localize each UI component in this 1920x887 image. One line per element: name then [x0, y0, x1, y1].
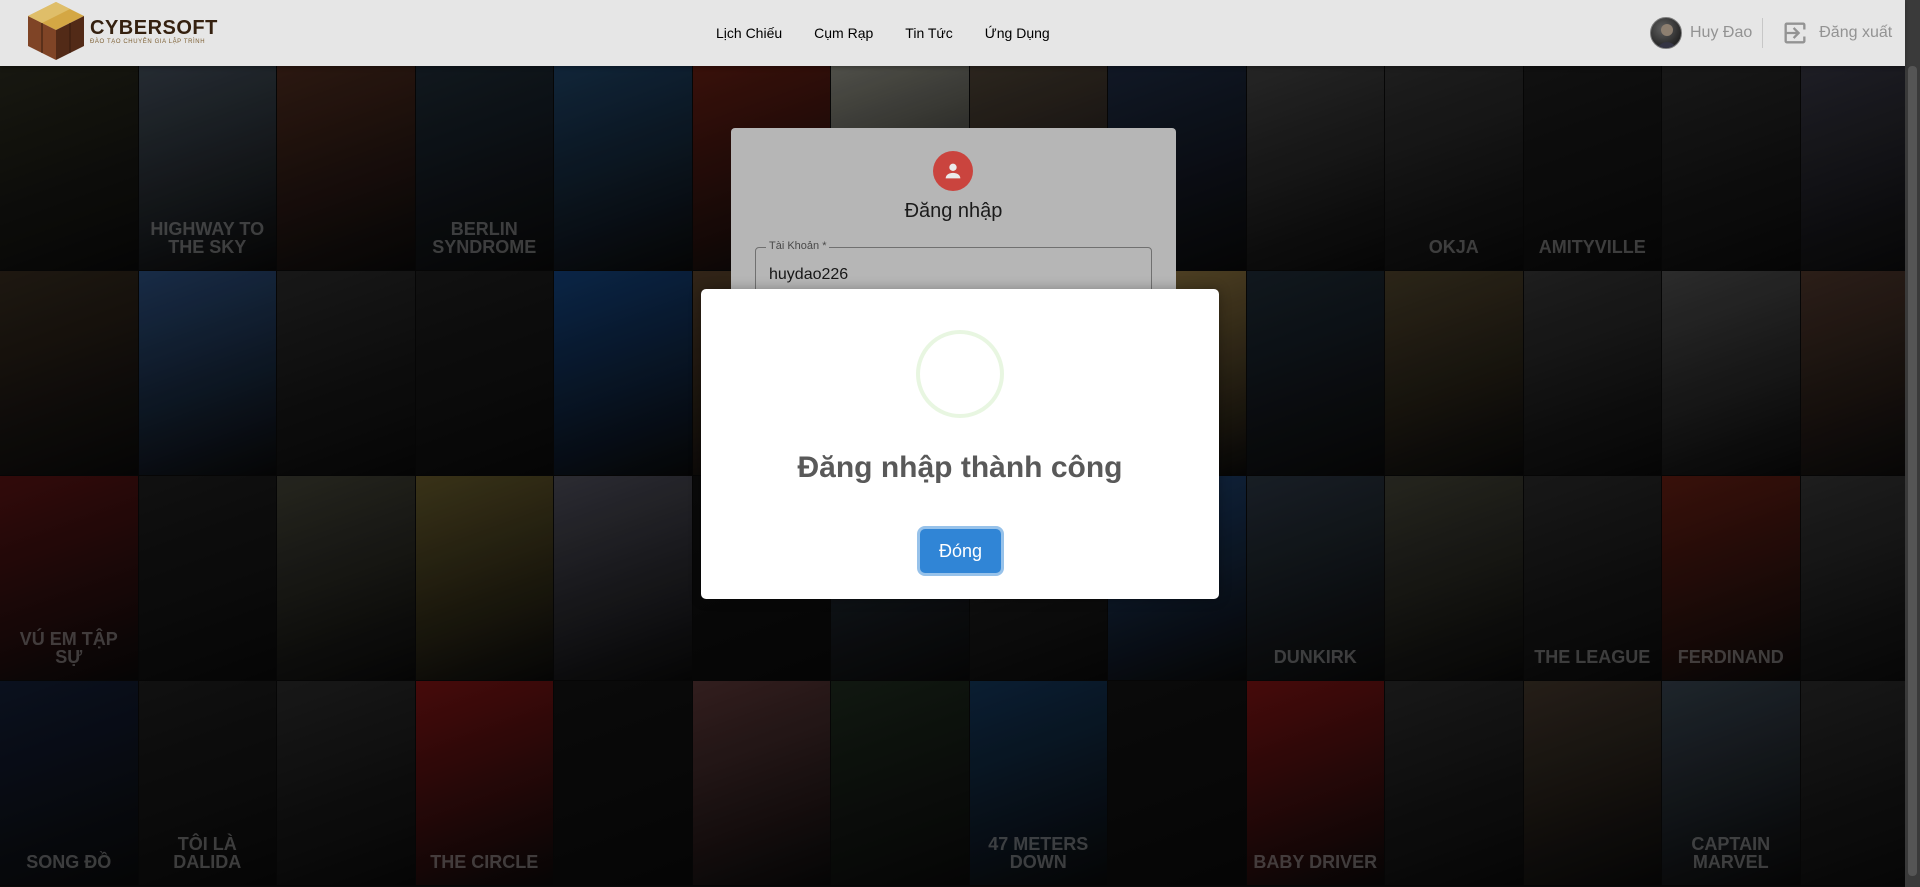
success-modal: Đăng nhập thành công Đóng — [701, 289, 1219, 599]
scrollbar-thumb[interactable] — [1908, 66, 1917, 876]
success-icon — [916, 330, 1004, 418]
modal-title: Đăng nhập thành công — [797, 451, 1123, 484]
close-button[interactable]: Đóng — [920, 529, 1001, 573]
page-scrollbar[interactable] — [1905, 0, 1920, 887]
